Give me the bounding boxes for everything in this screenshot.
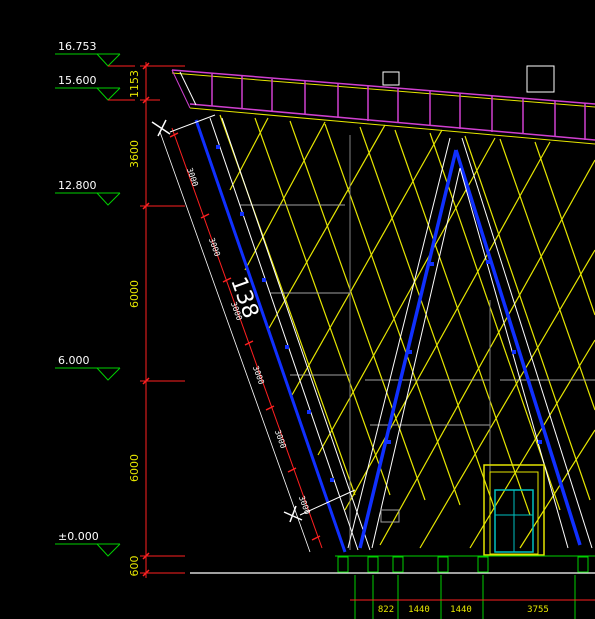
entrance-door [380, 464, 545, 556]
level-label-15600: 15.600 [58, 74, 97, 87]
slope-dim-2: 3000 [207, 237, 222, 258]
level-label-16753: 16.753 [58, 40, 97, 53]
sloped-structure [194, 117, 593, 553]
dim-3600: 3600 [128, 140, 141, 168]
bottom-dim-1440-b: 1440 [450, 605, 472, 615]
slope-dimension-chain: 3000 3000 3000 3000 3000 3000 138 [151, 114, 356, 553]
horizontal-bands [240, 135, 595, 550]
bottom-dim-1440-a: 1440 [408, 605, 430, 615]
bottom-dim-822: 822 [378, 605, 394, 615]
bottom-dim-3755: 3755 [527, 605, 549, 615]
dim-600: 600 [128, 556, 141, 577]
bottom-dimension-chain: 822 1440 1440 3755 [350, 575, 595, 619]
level-label-12800: 12.800 [58, 179, 97, 192]
level-marker-12800: 12.800 [55, 179, 121, 206]
level-label-6000: 6.000 [58, 354, 90, 367]
dim-6000-lower: 6000 [128, 454, 141, 482]
cad-elevation-drawing: 16.753 15.600 12.800 6.000 ±0.000 1153 3… [55, 40, 595, 619]
level-marker-15600: 15.600 [55, 74, 135, 101]
level-label-0: ±0.000 [58, 530, 99, 543]
dim-1153: 1153 [128, 70, 141, 98]
slope-dim-4: 3000 [251, 365, 266, 386]
level-marker-16753: 16.753 [55, 40, 135, 67]
ground-line [190, 555, 595, 574]
dim-6000-upper: 6000 [128, 280, 141, 308]
level-marker-0: ±0.000 [55, 530, 121, 557]
roof-beam [171, 65, 595, 145]
diagonal-lattice [219, 114, 595, 549]
slope-dim-5: 3000 [273, 429, 288, 450]
slope-total-dim: 138 [225, 274, 263, 322]
slope-dim-1: 3000 [185, 167, 200, 188]
level-marker-6000: 6.000 [55, 354, 121, 381]
